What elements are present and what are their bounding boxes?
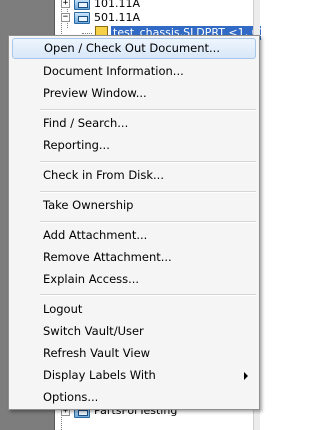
menu-item-document-information[interactable]: Document Information... [12, 61, 256, 82]
tree-item-101-11a[interactable]: 101.11A [94, 0, 140, 11]
menu-separator [40, 191, 256, 193]
menu-item-add-attachment[interactable]: Add Attachment... [12, 225, 256, 246]
menu-item-find-search[interactable]: Find / Search... [12, 113, 256, 134]
tree-item-501-11a[interactable]: 501.11A [94, 11, 140, 25]
menu-item-switch-vault-user[interactable]: Switch Vault/User [12, 321, 256, 342]
menu-item-options[interactable]: Options... [12, 387, 256, 408]
menu-item-display-labels-with[interactable]: Display Labels With [12, 365, 256, 386]
expand-toggle-101[interactable]: + [61, 0, 70, 8]
menu-item-label: Display Labels With [43, 368, 156, 382]
menu-separator [40, 221, 256, 223]
menu-item-logout[interactable]: Logout [12, 299, 256, 320]
menu-item-take-ownership[interactable]: Take Ownership [12, 195, 256, 216]
menu-item-open-check-out[interactable]: Open / Check Out Document... [12, 38, 256, 59]
menu-separator [40, 294, 256, 296]
menu-item-reporting[interactable]: Reporting... [12, 135, 256, 156]
menu-item-remove-attachment[interactable]: Remove Attachment... [12, 247, 256, 268]
menu-separator [40, 109, 256, 111]
tree-branch-line [82, 33, 92, 34]
menu-item-refresh-vault-view[interactable]: Refresh Vault View [12, 343, 256, 364]
submenu-arrow-icon [244, 372, 248, 380]
menu-item-check-in-from-disk[interactable]: Check in From Disk... [12, 165, 256, 186]
menu-item-explain-access[interactable]: Explain Access... [12, 269, 256, 290]
folder-icon [74, 12, 90, 24]
collapse-toggle-501[interactable]: − [61, 13, 70, 22]
menu-separator [40, 161, 256, 163]
menu-item-preview-window[interactable]: Preview Window... [12, 83, 256, 104]
folder-icon [74, 0, 90, 10]
context-menu: Open / Check Out Document... Document In… [8, 35, 260, 410]
